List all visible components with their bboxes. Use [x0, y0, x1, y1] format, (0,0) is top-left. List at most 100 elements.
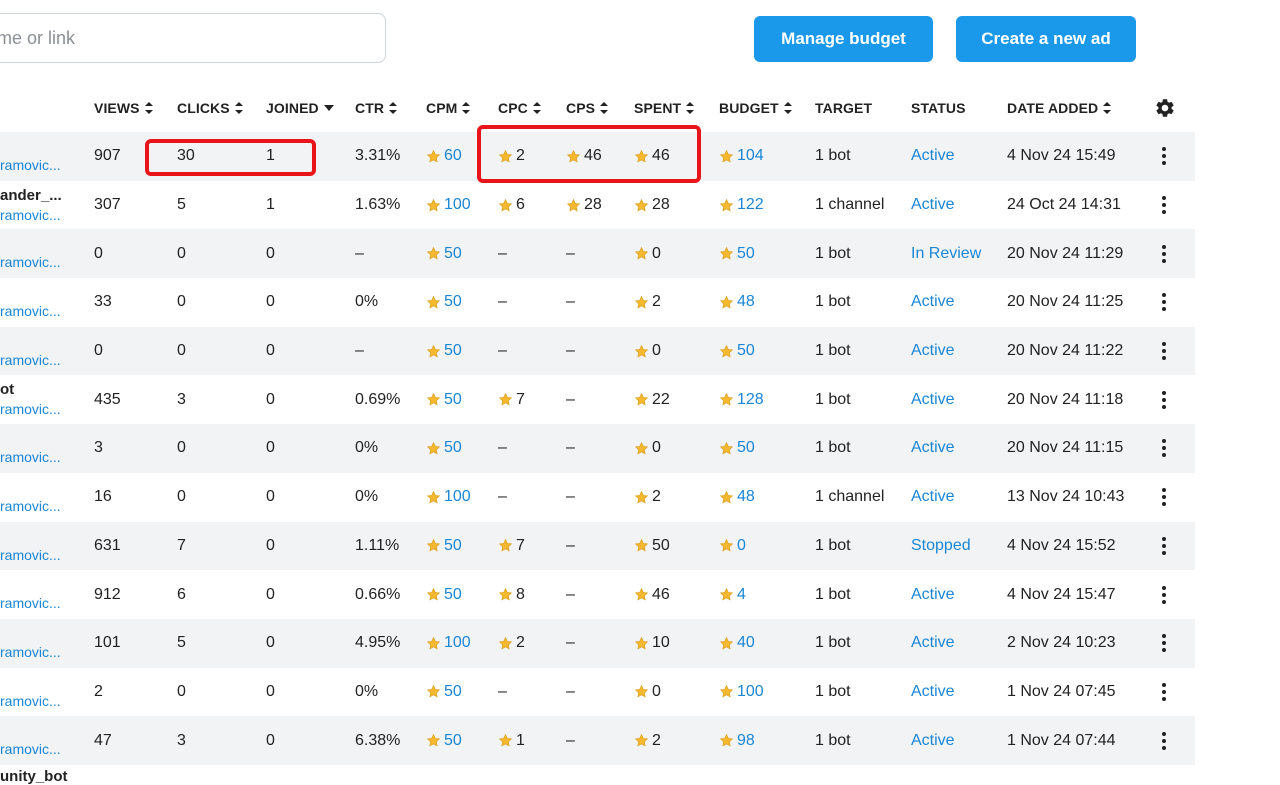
budget-cell[interactable]: 104: [719, 132, 764, 181]
status-cell[interactable]: Stopped: [911, 522, 971, 571]
column-header-cpm[interactable]: CPM: [426, 88, 471, 128]
budget-cell[interactable]: 122: [719, 181, 764, 230]
budget-cell[interactable]: 50: [719, 229, 755, 278]
cpm-cell[interactable]: 50: [426, 522, 462, 571]
cpc-value: –: [498, 244, 507, 262]
ad-link[interactable]: ramovic...: [0, 693, 61, 709]
status-cell[interactable]: Active: [911, 619, 955, 668]
manage-budget-button[interactable]: Manage budget: [754, 16, 933, 62]
star-icon: [426, 733, 441, 748]
budget-cell[interactable]: 98: [719, 716, 755, 765]
cpm-cell[interactable]: 50: [426, 278, 462, 327]
status-cell[interactable]: In Review: [911, 229, 981, 278]
create-ad-button[interactable]: Create a new ad: [956, 16, 1136, 62]
status-cell[interactable]: Active: [911, 132, 955, 181]
more-vertical-icon[interactable]: [1157, 278, 1171, 327]
table-row[interactable]: ramovic... 2 0 0 0% 50 – – 0 100 1 bot Active 1 Nov …: [0, 668, 1195, 717]
column-header-clicks[interactable]: CLICKS: [177, 88, 243, 128]
status-cell[interactable]: Active: [911, 668, 955, 717]
ad-link[interactable]: ramovic...: [0, 401, 61, 417]
sort-descending-icon: [323, 105, 334, 111]
more-vertical-icon[interactable]: [1157, 522, 1171, 571]
budget-cell[interactable]: 48: [719, 473, 755, 522]
budget-cell[interactable]: 0: [719, 522, 746, 571]
more-vertical-icon[interactable]: [1157, 132, 1171, 181]
ad-link[interactable]: ramovic...: [0, 741, 61, 757]
search-field[interactable]: [0, 13, 386, 63]
table-row[interactable]: ramovic... 47 3 0 6.38% 50 1 – 2 98 1 bot Active 1 N…: [0, 716, 1195, 765]
cpm-cell[interactable]: 100: [426, 619, 471, 668]
ad-link[interactable]: ramovic...: [0, 644, 61, 660]
more-vertical-icon[interactable]: [1157, 570, 1171, 619]
cpm-cell[interactable]: 100: [426, 181, 471, 230]
table-row[interactable]: ramovic... 0 0 0 – 50 – – 0 50 1 bot Active 20 Nov 2…: [0, 326, 1195, 376]
cpm-cell[interactable]: 50: [426, 668, 462, 717]
cpm-cell[interactable]: 50: [426, 716, 462, 765]
cpm-cell[interactable]: 50: [426, 424, 462, 473]
column-header-date-added[interactable]: DATE ADDED: [1007, 88, 1112, 128]
column-header-cpc[interactable]: CPC: [498, 88, 541, 128]
more-vertical-icon[interactable]: [1157, 327, 1171, 376]
table-row[interactable]: ramovic... 33 0 0 0% 50 – – 2 48 1 bot Active 20 Nov…: [0, 278, 1195, 327]
more-vertical-icon[interactable]: [1157, 473, 1171, 522]
cpm-cell[interactable]: 60: [426, 132, 462, 181]
more-vertical-icon[interactable]: [1157, 668, 1171, 717]
ad-link[interactable]: ramovic...: [0, 352, 61, 368]
table-row[interactable]: ramovic... 912 6 0 0.66% 50 8 – 46 4 1 bot Active 4 …: [0, 570, 1195, 619]
status-cell[interactable]: Active: [911, 327, 955, 376]
gear-icon[interactable]: [1154, 97, 1176, 119]
column-header-cps[interactable]: CPS: [566, 88, 609, 128]
ad-link[interactable]: ramovic...: [0, 498, 61, 514]
ad-link[interactable]: ramovic...: [0, 207, 61, 223]
column-header-joined[interactable]: JOINED: [266, 88, 334, 128]
more-vertical-icon[interactable]: [1157, 375, 1171, 424]
ad-link[interactable]: ramovic...: [0, 547, 61, 563]
status-cell[interactable]: Active: [911, 181, 955, 230]
more-vertical-icon[interactable]: [1157, 619, 1171, 668]
ad-link[interactable]: ramovic...: [0, 449, 61, 465]
budget-cell[interactable]: 50: [719, 327, 755, 376]
status-cell[interactable]: Active: [911, 473, 955, 522]
table-row[interactable]: ramovic... 0 0 0 – 50 – – 0 50 1 bot In Review 20 No…: [0, 229, 1195, 279]
cpm-cell[interactable]: 50: [426, 375, 462, 424]
column-header-budget[interactable]: BUDGET: [719, 88, 792, 128]
table-row[interactable]: ramovic... 101 5 0 4.95% 100 2 – 10 40 1 bot Active…: [0, 618, 1195, 668]
budget-cell[interactable]: 4: [719, 570, 746, 619]
table-row[interactable]: ramovic... 16 0 0 0% 100 – – 2 48 1 channel Active 1…: [0, 473, 1195, 522]
cpm-cell[interactable]: 50: [426, 229, 462, 278]
cpm-cell[interactable]: 100: [426, 473, 471, 522]
more-vertical-icon[interactable]: [1157, 181, 1171, 230]
table-row[interactable]: ramovic... 631 7 0 1.11% 50 7 – 50 0 1 bot Stopped 4…: [0, 521, 1195, 571]
budget-cell[interactable]: 100: [719, 668, 764, 717]
budget-cell[interactable]: 50: [719, 424, 755, 473]
column-header-ctr[interactable]: CTR: [355, 88, 398, 128]
ad-link[interactable]: ramovic...: [0, 303, 61, 319]
target-value: 1 bot: [815, 682, 851, 700]
column-header-spent[interactable]: SPENT: [634, 88, 695, 128]
star-icon: [634, 198, 649, 213]
budget-cell[interactable]: 48: [719, 278, 755, 327]
star-icon: [498, 538, 513, 553]
more-vertical-icon[interactable]: [1157, 229, 1171, 278]
table-row[interactable]: ot ramovic... 435 3 0 0.69% 50 7 – 22 128 1 bot Acti…: [0, 375, 1195, 424]
more-vertical-icon[interactable]: [1157, 716, 1171, 765]
table-row[interactable]: ramovic... 3 0 0 0% 50 – – 0 50 1 bot Active 20 Nov …: [0, 424, 1195, 473]
star-icon: [426, 344, 441, 359]
status-cell[interactable]: Active: [911, 278, 955, 327]
budget-cell[interactable]: 40: [719, 619, 755, 668]
status-cell[interactable]: Active: [911, 570, 955, 619]
status-cell[interactable]: Active: [911, 375, 955, 424]
budget-cell[interactable]: 128: [719, 375, 764, 424]
ad-link[interactable]: ramovic...: [0, 254, 61, 270]
table-row[interactable]: ramovic... 907 30 1 3.31% 60 2 46 46 104 1 bot Acti…: [0, 132, 1195, 181]
ad-link[interactable]: ramovic...: [0, 595, 61, 611]
cpm-cell[interactable]: 50: [426, 570, 462, 619]
search-input[interactable]: [0, 14, 385, 62]
table-row[interactable]: ander_... ramovic... 307 5 1 1.63% 100 6 28 28 122…: [0, 181, 1195, 230]
status-cell[interactable]: Active: [911, 424, 955, 473]
status-cell[interactable]: Active: [911, 716, 955, 765]
ad-link[interactable]: ramovic...: [0, 157, 61, 173]
cpm-cell[interactable]: 50: [426, 327, 462, 376]
column-header-views[interactable]: VIEWS: [94, 88, 153, 128]
more-vertical-icon[interactable]: [1157, 424, 1171, 473]
